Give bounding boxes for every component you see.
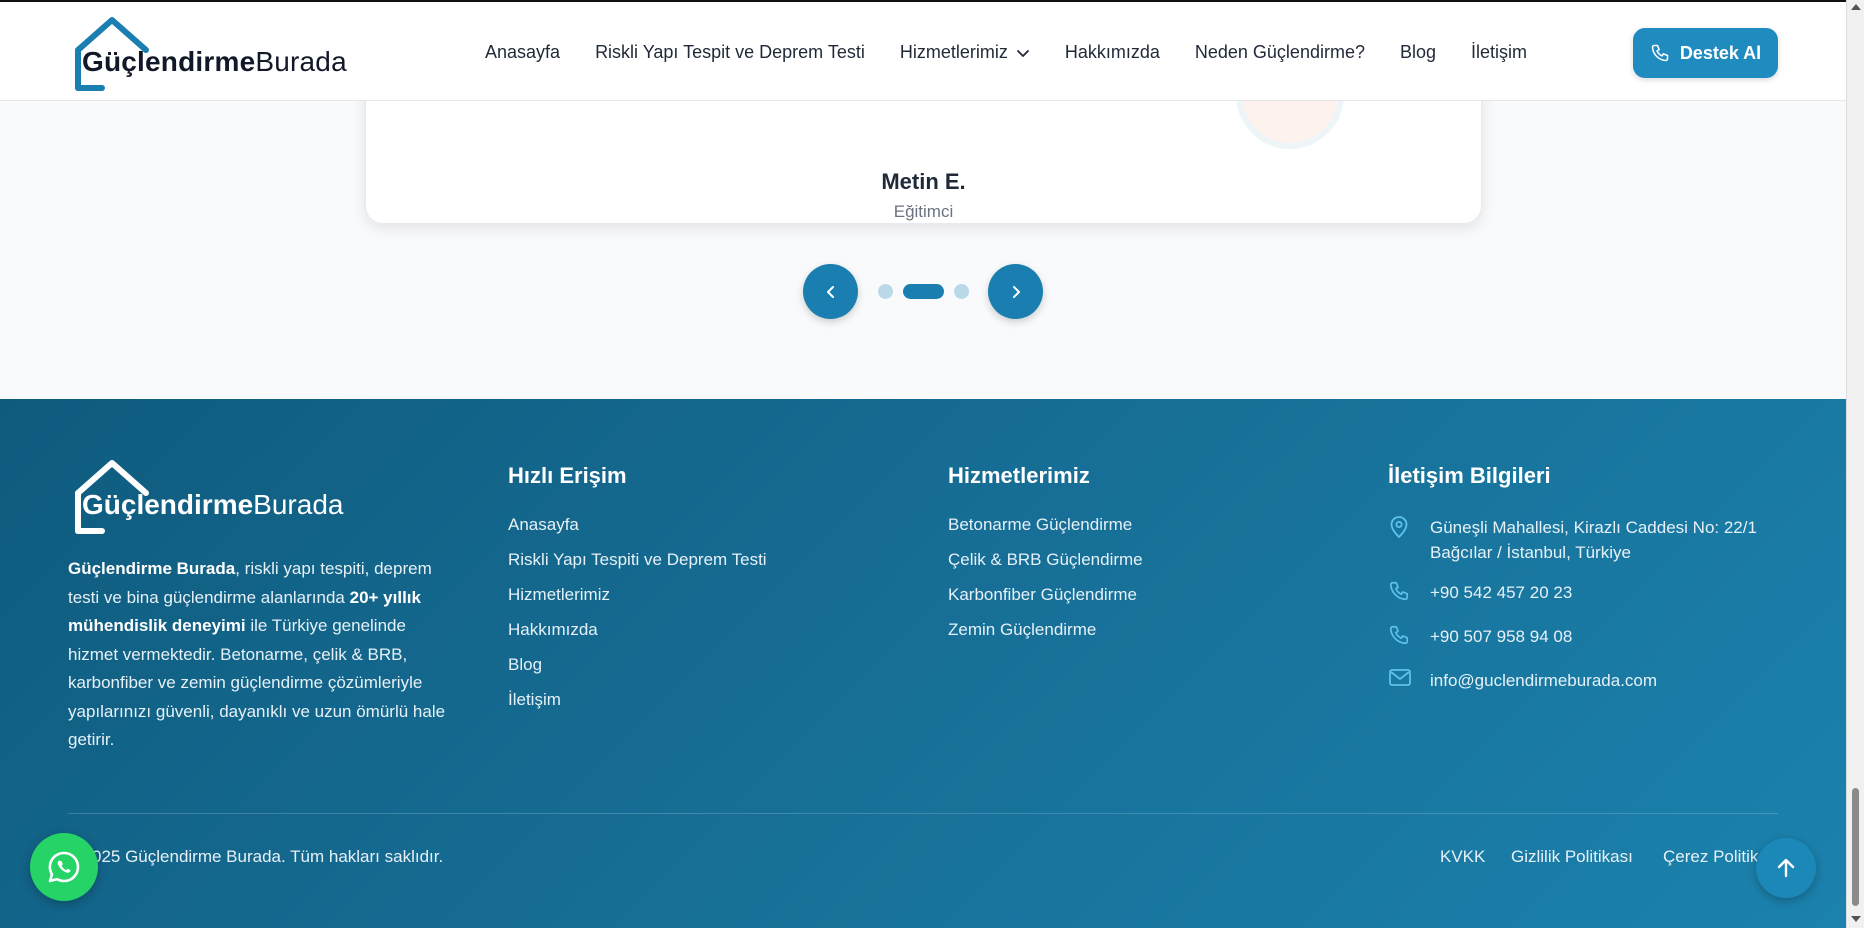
location-pin-icon: [1390, 516, 1408, 539]
destek-al-button[interactable]: Destek Al: [1633, 28, 1778, 78]
footer-link-hakkimizda[interactable]: Hakkımızda: [508, 620, 767, 655]
whatsapp-icon: [48, 851, 80, 883]
address-line-1: Güneşli Mahallesi, Kirazlı Caddesi No: 2…: [1430, 518, 1757, 537]
contact-title: İletişim Bilgileri: [1388, 463, 1551, 488]
scrollbar-thumb[interactable]: [1852, 788, 1859, 906]
about-text-2: ile Türkiye genelinde hizmet vermektedir…: [68, 616, 446, 749]
chevron-right-icon: [1012, 285, 1020, 298]
legal-link-gizlilik[interactable]: Gizlilik Politikası: [1511, 847, 1633, 867]
site-logo[interactable]: GüçlendirmeBurada: [72, 16, 362, 92]
nav-hizmetlerimiz[interactable]: Hizmetlerimiz: [900, 42, 1030, 63]
main-nav: Anasayfa Riskli Yapı Tespit ve Deprem Te…: [485, 2, 1562, 103]
quick-links-list: Anasayfa Riskli Yapı Tespiti ve Deprem T…: [508, 515, 767, 725]
phone-1-text: +90 542 457 20 23: [1430, 583, 1573, 602]
page-scrollbar[interactable]: [1846, 0, 1864, 928]
nav-neden-guclendirme[interactable]: Neden Güçlendirme?: [1195, 42, 1365, 63]
testimonial-role: Eğitimci: [893, 202, 954, 221]
contact-phone-1[interactable]: +90 542 457 20 23: [1388, 580, 1808, 609]
footer-logo-word-light: Burada: [253, 489, 344, 520]
contact-phone-2[interactable]: +90 507 958 94 08: [1388, 624, 1808, 653]
nav-riskli-yapi[interactable]: Riskli Yapı Tespit ve Deprem Testi: [595, 42, 865, 63]
destek-al-label: Destek Al: [1679, 42, 1762, 63]
whatsapp-button[interactable]: [30, 833, 98, 901]
footer-service-zemin[interactable]: Zemin Güçlendirme: [948, 620, 1143, 655]
back-to-top-button[interactable]: [1756, 838, 1816, 898]
logo-word-bold: Güçlendirme: [82, 46, 256, 77]
nav-hizmetlerimiz-label: Hizmetlerimiz: [899, 42, 1008, 62]
footer-logo[interactable]: GüçlendirmeBurada: [72, 459, 362, 535]
footer-link-iletisim[interactable]: İletişim: [508, 690, 767, 725]
contact-address: Güneşli Mahallesi, Kirazlı Caddesi No: 2…: [1388, 515, 1808, 565]
phone-icon: [1651, 44, 1669, 62]
footer-link-riskli-yapi[interactable]: Riskli Yapı Tespiti ve Deprem Testi: [508, 550, 767, 585]
scroll-down-arrow[interactable]: [1851, 916, 1861, 922]
footer-service-betonarme[interactable]: Betonarme Güçlendirme: [948, 515, 1143, 550]
footer-service-celik-brb[interactable]: Çelik & BRB Güçlendirme: [948, 550, 1143, 585]
footer-link-anasayfa[interactable]: Anasayfa: [508, 515, 767, 550]
footer-divider: [68, 813, 1778, 814]
footer-link-hizmetlerimiz[interactable]: Hizmetlerimiz: [508, 585, 767, 620]
slider-dot-1[interactable]: [878, 284, 893, 299]
services-list: Betonarme Güçlendirme Çelik & BRB Güçlen…: [948, 515, 1143, 655]
slider-dot-3[interactable]: [954, 284, 969, 299]
logo-word-light: Burada: [255, 46, 347, 77]
services-title: Hizmetlerimiz: [948, 463, 1090, 488]
footer-about-text: Güçlendirme Burada, riskli yapı tespiti,…: [68, 555, 458, 755]
nav-blog[interactable]: Blog: [1400, 42, 1436, 63]
site-header: GüçlendirmeBurada Anasayfa Riskli Yapı T…: [0, 0, 1846, 101]
footer-logo-word-bold: Güçlendirme: [82, 489, 254, 520]
quick-links-title: Hızlı Erişim: [508, 463, 627, 488]
phone-icon: [1389, 625, 1409, 645]
address-line-2: Bağcılar / İstanbul, Türkiye: [1430, 543, 1631, 562]
arrow-up-icon: [1777, 858, 1795, 878]
legal-link-cerez[interactable]: Çerez Politik: [1663, 847, 1758, 867]
slider-prev-button[interactable]: [803, 264, 858, 319]
nav-hakkimizda[interactable]: Hakkımızda: [1065, 42, 1160, 63]
nav-iletisim[interactable]: İletişim: [1471, 42, 1527, 63]
slider-next-button[interactable]: [988, 264, 1043, 319]
contact-list: Güneşli Mahallesi, Kirazlı Caddesi No: 2…: [1388, 515, 1808, 695]
chevron-down-icon: [1016, 49, 1029, 57]
mail-icon: [1389, 669, 1411, 686]
chevron-left-icon: [826, 285, 834, 298]
nav-anasayfa[interactable]: Anasayfa: [485, 42, 560, 63]
copyright-text: 025 Güçlendirme Burada. Tüm hakları sakl…: [92, 847, 444, 866]
phone-icon: [1389, 581, 1409, 601]
email-text: info@guclendirmeburada.com: [1430, 671, 1658, 690]
scroll-up-arrow[interactable]: [1851, 4, 1861, 10]
phone-2-text: +90 507 958 94 08: [1430, 627, 1573, 646]
about-brand: Güçlendirme Burada: [68, 559, 236, 578]
testimonial-name: Metin E.: [881, 169, 966, 194]
footer-service-karbonfiber[interactable]: Karbonfiber Güçlendirme: [948, 585, 1143, 620]
slider-dot-2-active[interactable]: [903, 284, 944, 299]
legal-link-kvkk[interactable]: KVKK: [1440, 847, 1485, 867]
site-footer: GüçlendirmeBurada Güçlendirme Burada, ri…: [0, 399, 1846, 928]
contact-email[interactable]: info@guclendirmeburada.com: [1388, 668, 1808, 695]
footer-link-blog[interactable]: Blog: [508, 655, 767, 690]
